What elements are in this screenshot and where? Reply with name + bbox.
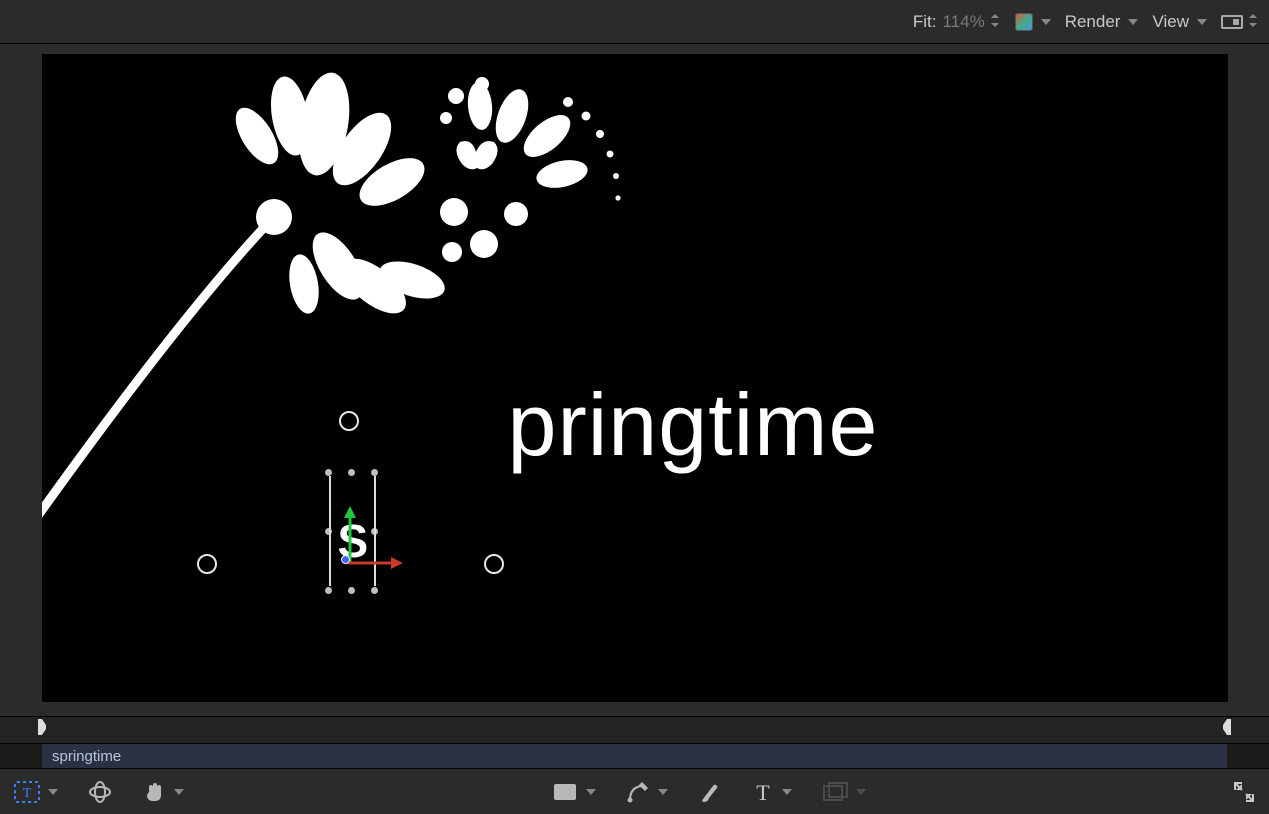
- aspect-icon: [1221, 15, 1243, 29]
- transform-ring-left[interactable]: [197, 554, 217, 574]
- bbox-edge-left: [329, 476, 331, 586]
- bezier-pen-tool[interactable]: [622, 776, 672, 808]
- bbox-handle-tc[interactable]: [348, 469, 355, 476]
- mini-timeline-ruler[interactable]: [0, 716, 1269, 744]
- group-tool: [818, 778, 870, 806]
- app-root: Fit: 114% Render View: [0, 0, 1269, 814]
- bbox-handle-br[interactable]: [371, 587, 378, 594]
- view-label: View: [1152, 12, 1189, 32]
- chevron-down-icon: [782, 789, 792, 795]
- in-point-icon[interactable]: [36, 719, 48, 746]
- z-axis-anchor[interactable]: [341, 555, 350, 564]
- paint-brush-tool[interactable]: [694, 776, 726, 808]
- pan-hand-tool[interactable]: [138, 776, 188, 808]
- chevron-down-icon: [174, 789, 184, 795]
- transform-glyph-tool[interactable]: T: [10, 777, 62, 807]
- chevron-down-icon: [856, 789, 866, 795]
- bottom-toolbar: T T: [0, 768, 1269, 814]
- bbox-handle-bc[interactable]: [348, 587, 355, 594]
- aspect-layout-menu[interactable]: [1221, 15, 1259, 29]
- chevron-down-icon: [1197, 19, 1207, 25]
- transform-ring-right[interactable]: [484, 554, 504, 574]
- bbox-handle-tr[interactable]: [371, 469, 378, 476]
- transform-ring-top[interactable]: [339, 411, 359, 431]
- canvas[interactable]: pringtime S: [42, 54, 1228, 702]
- x-axis-gizmo[interactable]: [347, 556, 403, 574]
- chevron-down-icon: [1128, 19, 1138, 25]
- clip-label: springtime: [52, 748, 121, 765]
- text-tool[interactable]: T: [748, 777, 796, 807]
- bbox-handle-bl[interactable]: [325, 587, 332, 594]
- bbox-handle-tl[interactable]: [325, 469, 332, 476]
- chevron-down-icon: [1041, 19, 1051, 25]
- fit-value: 114%: [942, 12, 984, 32]
- orbit-3d-tool[interactable]: [84, 776, 116, 808]
- color-channel-menu[interactable]: [1015, 13, 1051, 31]
- canvas-text-main[interactable]: pringtime: [508, 374, 879, 476]
- top-toolbar: Fit: 114% Render View: [0, 0, 1269, 44]
- view-menu[interactable]: View: [1152, 12, 1207, 32]
- rectangle-mask-tool[interactable]: [548, 778, 600, 806]
- svg-text:T: T: [23, 786, 32, 801]
- chevron-down-icon: [586, 789, 596, 795]
- chevron-down-icon: [658, 789, 668, 795]
- fit-label: Fit:: [913, 12, 937, 32]
- svg-text:T: T: [756, 781, 770, 803]
- zoom-fit-menu[interactable]: Fit: 114%: [913, 12, 1001, 32]
- fullscreen-toggle[interactable]: [1229, 777, 1259, 807]
- viewer-area: pringtime S: [0, 44, 1269, 716]
- color-swatch-icon: [1015, 13, 1033, 31]
- mini-timeline-track: springtime: [0, 744, 1269, 768]
- timeline-clip[interactable]: springtime: [42, 744, 1227, 768]
- render-label: Render: [1065, 12, 1121, 32]
- out-point-icon[interactable]: [1221, 719, 1233, 746]
- render-menu[interactable]: Render: [1065, 12, 1139, 32]
- chevron-down-icon: [48, 789, 58, 795]
